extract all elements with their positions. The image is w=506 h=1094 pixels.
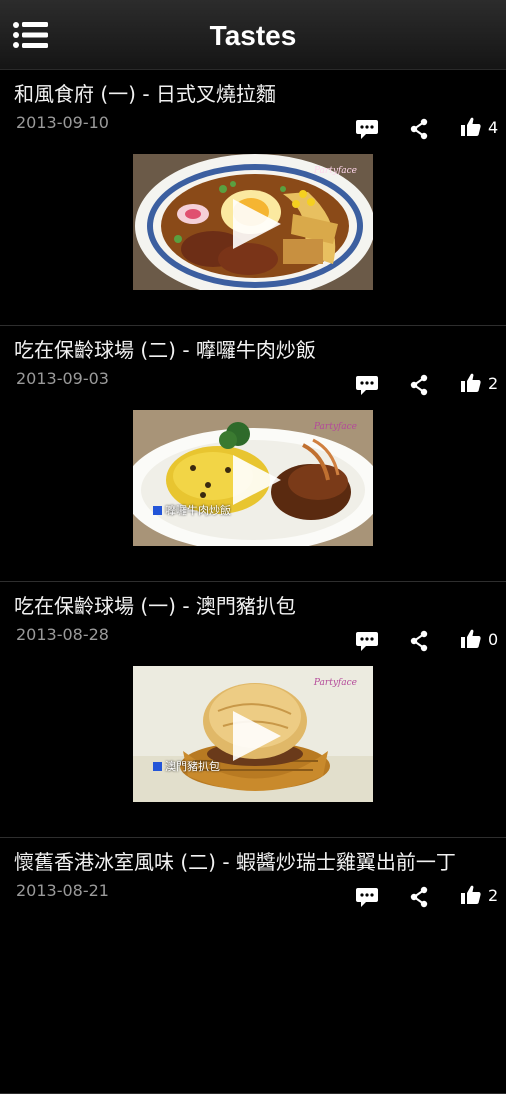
video-caption: 嚤囉牛肉炒飯 <box>153 502 231 518</box>
item-actions: 0 <box>0 628 506 654</box>
video-feed: 和風食府 (一) - 日式叉燒拉麵 2013-09-10 4 Partyface… <box>0 70 506 1094</box>
like-button[interactable]: 4 <box>460 116 500 140</box>
thumbs-up-icon <box>461 885 481 904</box>
share-icon[interactable] <box>409 886 429 908</box>
feed-item[interactable]: 和風食府 (一) - 日式叉燒拉麵 2013-09-10 4 Partyface <box>0 70 506 326</box>
item-actions: 4 <box>0 116 506 142</box>
item-title[interactable]: 和風食府 (一) - 日式叉燒拉麵 <box>14 78 276 107</box>
watermark: Partyface <box>313 678 357 688</box>
comment-icon[interactable] <box>355 374 379 396</box>
item-title[interactable]: 吃在保齡球場 (一) - 澳門豬扒包 <box>14 590 296 619</box>
video-thumbnail[interactable]: 嚤囉牛肉炒飯 Partyface <box>133 410 373 546</box>
comment-icon[interactable] <box>355 118 379 140</box>
thumbs-up-icon <box>461 117 481 136</box>
feed-item[interactable]: 吃在保齡球場 (一) - 澳門豬扒包 2013-08-28 0 澳門豬扒包 Pa… <box>0 582 506 838</box>
item-actions: 2 <box>0 884 506 910</box>
like-count: 4 <box>488 118 499 137</box>
like-button[interactable]: 0 <box>460 628 500 652</box>
app-bar: Tastes <box>0 0 506 70</box>
video-thumbnail[interactable]: 澳門豬扒包 Partyface <box>133 666 373 802</box>
comment-icon[interactable] <box>355 886 379 908</box>
item-title[interactable]: 吃在保齡球場 (二) - 嚤囉牛肉炒飯 <box>14 334 316 363</box>
like-button[interactable]: 2 <box>460 884 500 908</box>
play-icon[interactable] <box>229 452 283 508</box>
watermark: Partyface <box>313 166 357 176</box>
comment-icon[interactable] <box>355 630 379 652</box>
item-title[interactable]: 懷舊香港冰室風味 (二) - 蝦醬炒瑞士雞翼出前一丁 <box>14 846 456 875</box>
feed-item[interactable]: 懷舊香港冰室風味 (二) - 蝦醬炒瑞士雞翼出前一丁 2013-08-21 2 <box>0 838 506 1094</box>
share-icon[interactable] <box>409 374 429 396</box>
app-title: Tastes <box>209 20 297 51</box>
feed-item[interactable]: 吃在保齡球場 (二) - 嚤囉牛肉炒飯 2013-09-03 2 嚤囉牛肉炒飯 … <box>0 326 506 582</box>
share-icon[interactable] <box>409 118 429 140</box>
play-icon[interactable] <box>229 196 283 252</box>
like-count: 2 <box>488 886 499 905</box>
like-count: 2 <box>488 374 499 393</box>
item-actions: 2 <box>0 372 506 398</box>
video-thumbnail[interactable]: Partyface <box>133 154 373 290</box>
watermark: Partyface <box>313 422 357 432</box>
thumbs-up-icon <box>461 373 481 392</box>
share-icon[interactable] <box>409 630 429 652</box>
play-icon[interactable] <box>229 708 283 764</box>
like-count: 0 <box>488 630 499 649</box>
like-button[interactable]: 2 <box>460 372 500 396</box>
thumbs-up-icon <box>461 629 481 648</box>
video-caption: 澳門豬扒包 <box>153 758 220 774</box>
